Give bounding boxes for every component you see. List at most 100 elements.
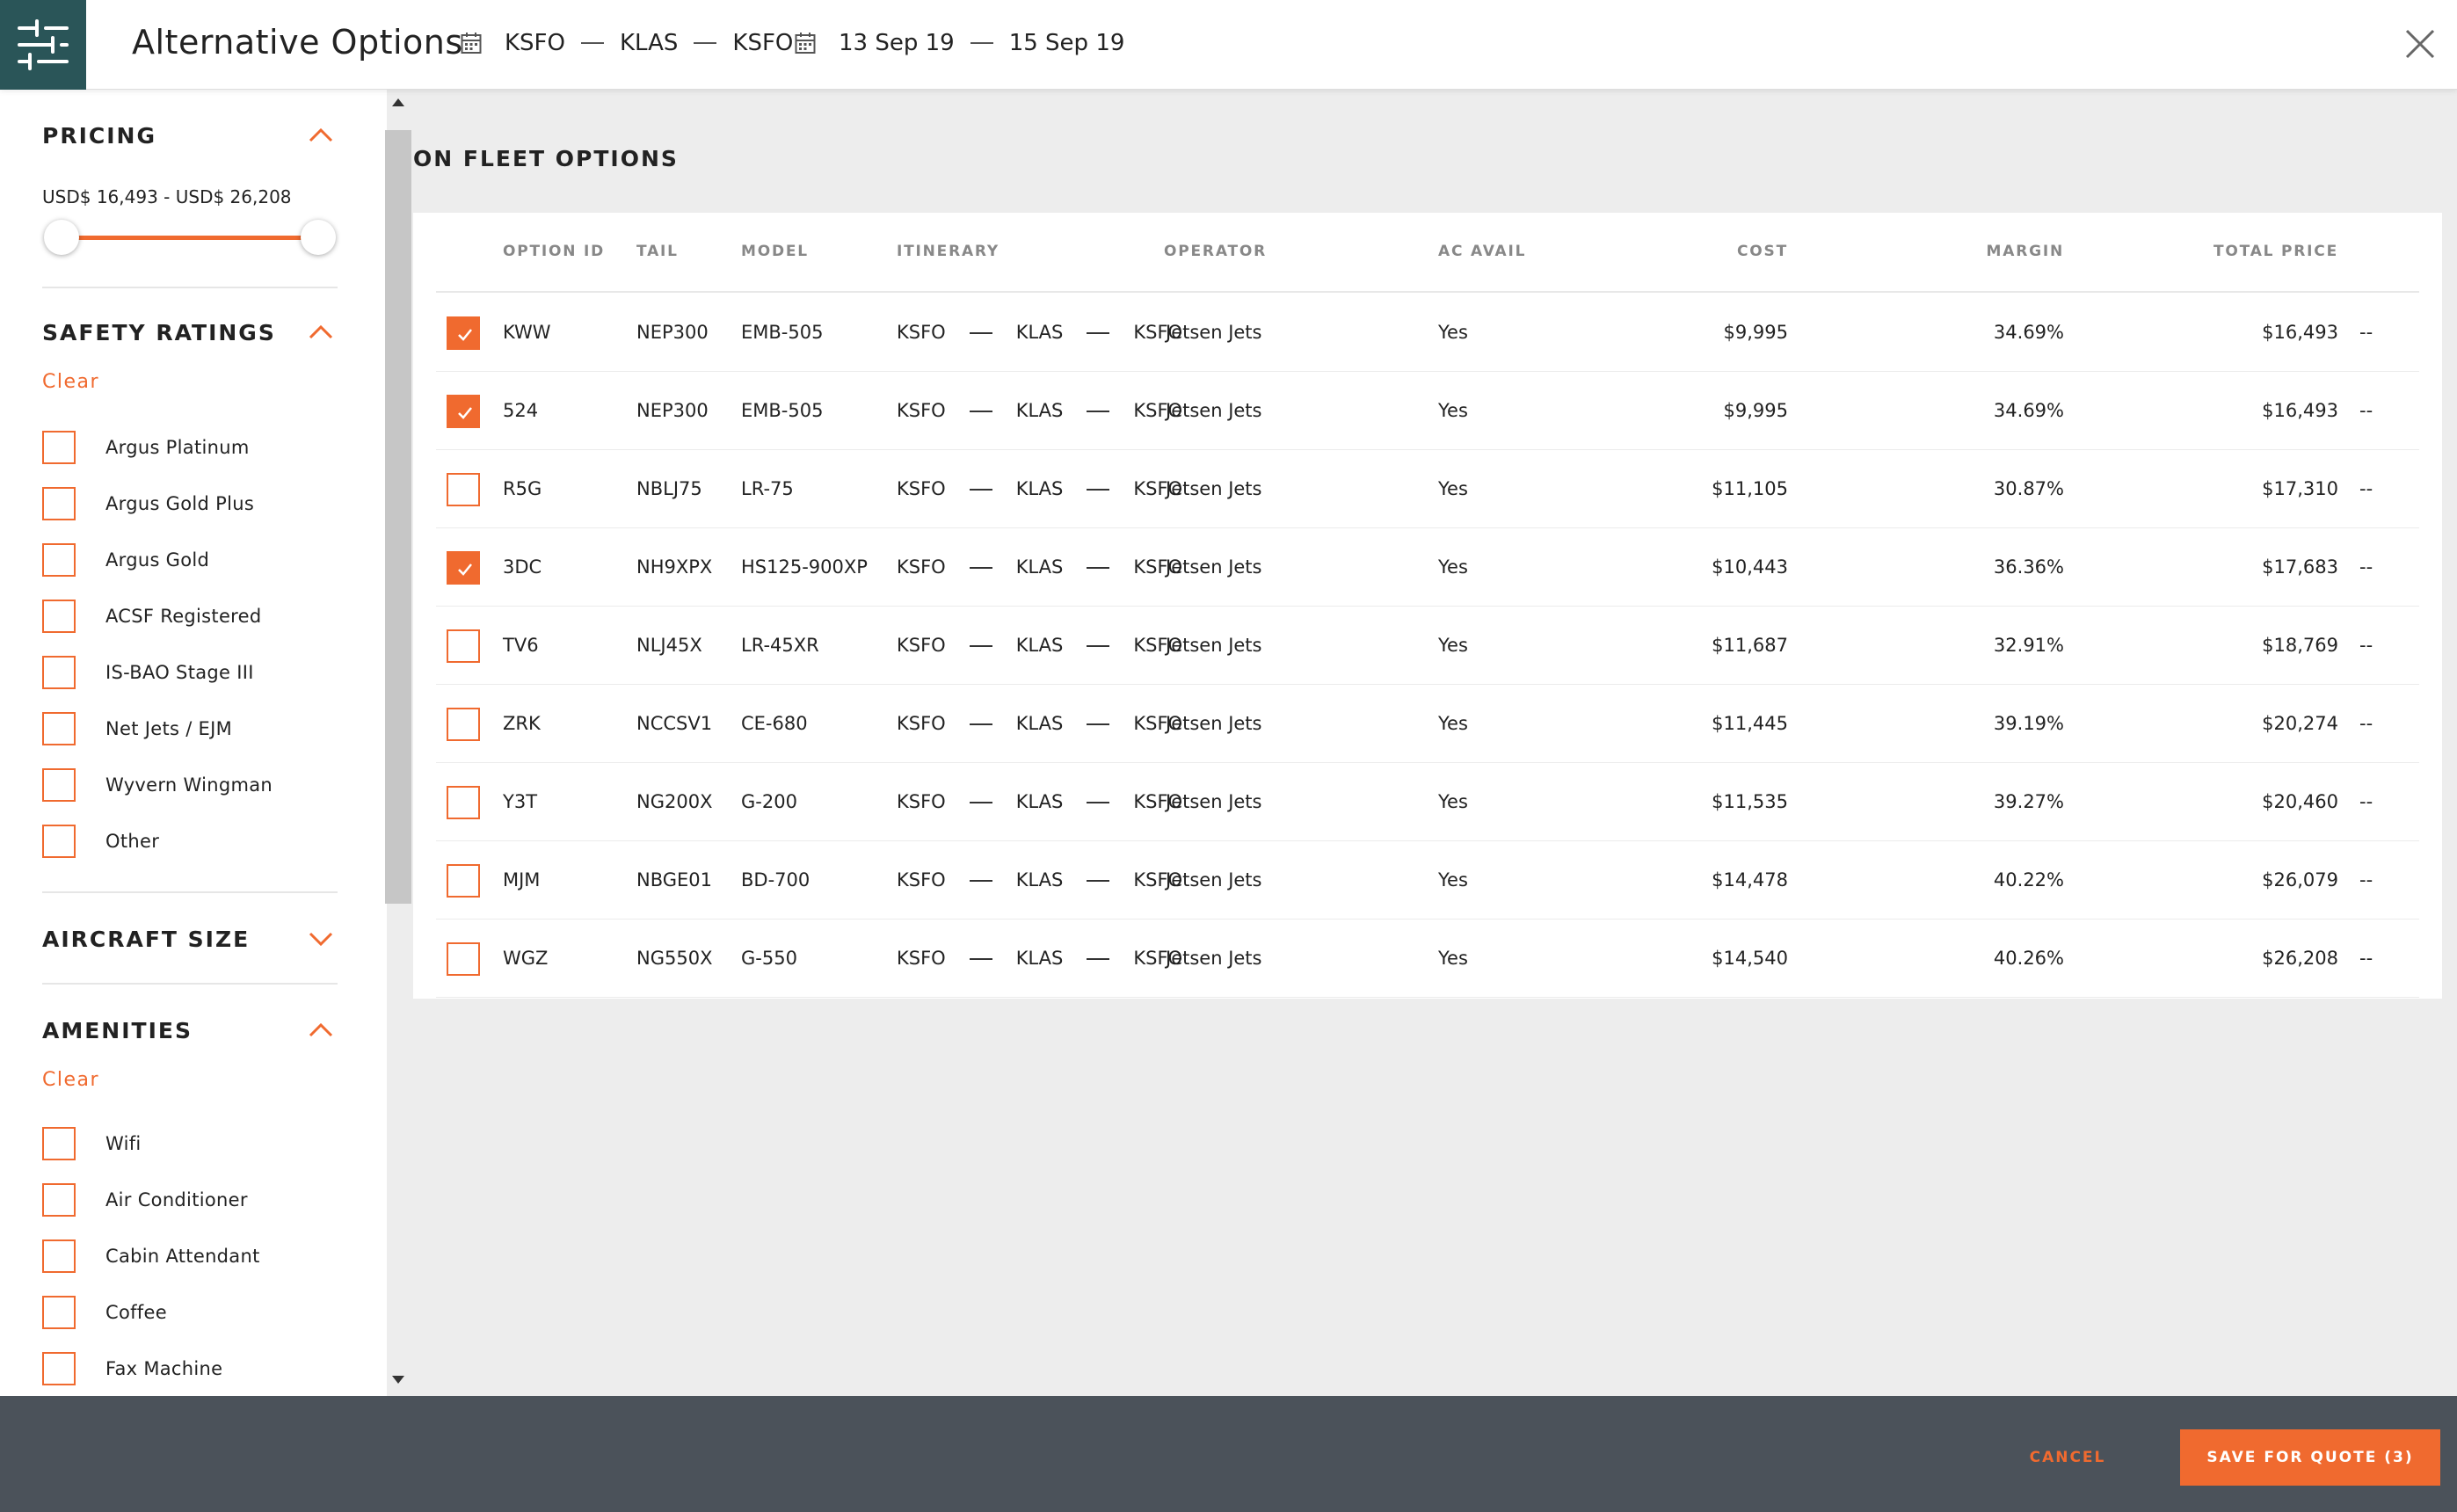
checkbox[interactable] — [42, 1183, 76, 1217]
price-slider-max-handle[interactable] — [301, 220, 336, 255]
cancel-button[interactable]: CANCEL — [2022, 1429, 2113, 1486]
amenity-option[interactable]: Wifi — [42, 1127, 142, 1160]
save-for-quote-button[interactable]: SAVE FOR QUOTE (3) — [2180, 1429, 2440, 1486]
column-header-model[interactable]: MODEL — [741, 243, 809, 260]
checkbox[interactable] — [42, 487, 76, 520]
safety-option[interactable]: Argus Platinum — [42, 431, 250, 464]
checkbox[interactable] — [42, 600, 76, 633]
column-header-operator[interactable]: OPERATOR — [1164, 243, 1267, 260]
itinerary-stop: KSFO — [897, 400, 946, 421]
table-row[interactable]: TV6 NLJ45X LR-45XR KSFO KLAS KSFO Jetsen Jets Y… — [436, 607, 2419, 685]
itinerary-dash — [1087, 644, 1110, 647]
table-row[interactable]: Y3T NG200X G-200 KSFO KLAS KSFO Jetsen Jets Yes… — [436, 763, 2419, 841]
itinerary-dash — [1087, 566, 1110, 569]
row-select-checkbox[interactable] — [447, 473, 480, 506]
table-row[interactable]: KWW NEP300 EMB-505 KSFO KLAS KSFO Jetsen Jets Y… — [436, 294, 2419, 372]
itinerary-dash — [1087, 331, 1110, 334]
row-select-checkbox[interactable] — [447, 316, 480, 350]
scrollbar-thumb[interactable] — [385, 130, 411, 904]
option-label: Air Conditioner — [105, 1189, 248, 1210]
amenity-option[interactable]: Coffee — [42, 1296, 167, 1329]
close-button[interactable] — [2402, 26, 2438, 62]
column-header-total-price[interactable]: TOTAL PRICE — [2163, 243, 2338, 260]
tail-cell: NBLJ75 — [636, 478, 702, 499]
calendar-icon — [795, 33, 816, 54]
safety-option[interactable]: Other — [42, 825, 159, 858]
model-cell: CE-680 — [741, 713, 808, 734]
checkbox[interactable] — [42, 543, 76, 577]
scroll-down-arrow-icon[interactable] — [392, 1376, 404, 1384]
column-header-cost[interactable]: COST — [1670, 243, 1788, 260]
total-price-cell: $20,274 — [2262, 713, 2338, 734]
checkbox[interactable] — [42, 656, 76, 689]
scroll-up-arrow-icon[interactable] — [392, 98, 404, 106]
chevron-up-icon[interactable] — [308, 323, 334, 341]
amenity-option[interactable]: Fax Machine — [42, 1352, 222, 1385]
safety-option[interactable]: IS-BAO Stage III — [42, 656, 254, 689]
model-cell: LR-45XR — [741, 635, 819, 656]
row-select-checkbox[interactable] — [447, 708, 480, 741]
safety-option[interactable]: Argus Gold — [42, 543, 209, 577]
safety-clear-link[interactable]: Clear — [42, 371, 99, 393]
table-row[interactable]: 524 NEP300 EMB-505 KSFO KLAS KSFO Jetsen Jets Y… — [436, 372, 2419, 450]
safety-option[interactable]: Net Jets / EJM — [42, 712, 232, 745]
option-label: Coffee — [105, 1302, 167, 1323]
safety-option[interactable]: ACSF Registered — [42, 600, 262, 633]
itinerary-stop: KLAS — [1015, 556, 1064, 578]
row-select-checkbox[interactable] — [447, 942, 480, 976]
safety-option[interactable]: Argus Gold Plus — [42, 487, 254, 520]
tail-cell: NH9XPX — [636, 556, 713, 578]
price-slider-min-handle[interactable] — [44, 220, 79, 255]
row-extra-cell: -- — [2359, 948, 2373, 969]
column-header-tail[interactable]: TAIL — [636, 243, 679, 260]
checkbox[interactable] — [42, 712, 76, 745]
checkmark-icon — [458, 329, 472, 341]
table-row[interactable]: ZRK NCCSV1 CE-680 KSFO KLAS KSFO Jetsen Jets Ye… — [436, 685, 2419, 763]
checkbox[interactable] — [42, 1296, 76, 1329]
row-select-checkbox[interactable] — [447, 551, 480, 585]
amenity-option[interactable]: Cabin Attendant — [42, 1239, 260, 1273]
cost-cell: $11,445 — [1712, 713, 1788, 734]
row-select-checkbox[interactable] — [447, 395, 480, 428]
checkbox[interactable] — [42, 1352, 76, 1385]
total-price-cell: $18,769 — [2262, 635, 2338, 656]
column-header-margin[interactable]: MARGIN — [1934, 243, 2064, 260]
checkmark-icon — [458, 407, 472, 419]
price-slider-track[interactable] — [62, 236, 318, 240]
table-row[interactable]: MJM NBGE01 BD-700 KSFO KLAS KSFO Jetsen Jets Ye… — [436, 841, 2419, 920]
chevron-down-icon[interactable] — [308, 930, 334, 948]
table-row[interactable]: 3DC NH9XPX HS125-900XP KSFO KLAS KSFO Jetsen J… — [436, 528, 2419, 607]
checkbox[interactable] — [42, 431, 76, 464]
option-label: Fax Machine — [105, 1358, 223, 1379]
itinerary-dash — [969, 957, 992, 960]
row-select-checkbox[interactable] — [447, 629, 480, 663]
option-label: Net Jets / EJM — [105, 718, 233, 739]
ac-avail-cell: Yes — [1438, 713, 1468, 734]
option-label: Wifi — [105, 1133, 142, 1154]
top-header: Alternative Options KSFO KLAS KSFO 13 Se… — [0, 0, 2457, 90]
safety-option[interactable]: Wyvern Wingman — [42, 768, 273, 802]
row-select-checkbox[interactable] — [447, 864, 480, 898]
checkbox[interactable] — [42, 825, 76, 858]
table-row[interactable]: WGZ NG550X G-550 KSFO KLAS KSFO Jetsen Jets Yes… — [436, 920, 2419, 998]
checkbox[interactable] — [42, 1127, 76, 1160]
checkbox[interactable] — [42, 1239, 76, 1273]
column-header-option-id[interactable]: OPTION ID — [503, 243, 605, 260]
ac-avail-cell: Yes — [1438, 791, 1468, 812]
itinerary-dash — [1087, 488, 1110, 491]
chevron-up-icon[interactable] — [308, 1021, 334, 1039]
row-select-checkbox[interactable] — [447, 786, 480, 819]
itinerary-cell: KSFO KLAS KSFO — [897, 841, 1182, 920]
column-header-ac-avail[interactable]: AC AVAIL — [1438, 243, 1526, 260]
table-row[interactable]: R5G NBLJ75 LR-75 KSFO KLAS KSFO Jetsen Jets Yes… — [436, 450, 2419, 528]
filter-sliders-button[interactable] — [0, 0, 86, 90]
ac-avail-cell: Yes — [1438, 869, 1468, 890]
itinerary-dash — [1087, 957, 1110, 960]
amenity-option[interactable]: Air Conditioner — [42, 1183, 248, 1217]
checkbox[interactable] — [42, 768, 76, 802]
chevron-up-icon[interactable] — [308, 127, 334, 144]
column-header-itinerary[interactable]: ITINERARY — [897, 243, 1000, 260]
amenities-clear-link[interactable]: Clear — [42, 1069, 99, 1091]
cost-cell: $9,995 — [1723, 400, 1788, 421]
route-dash — [694, 42, 717, 44]
